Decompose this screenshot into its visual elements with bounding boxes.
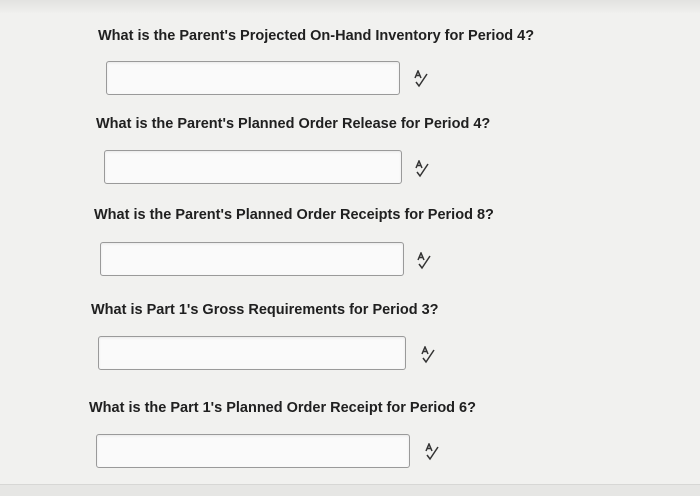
question-5-answer-input[interactable] <box>96 434 410 468</box>
question-3-label: What is the Parent's Planned Order Recei… <box>94 207 494 223</box>
question-5-label: What is the Part 1's Planned Order Recei… <box>89 400 476 416</box>
question-2-answer-input[interactable] <box>104 150 402 184</box>
question-4-answer-input[interactable] <box>98 336 406 370</box>
spellcheck-icon[interactable] <box>414 160 430 178</box>
bottom-edge <box>0 484 700 496</box>
spellcheck-icon[interactable] <box>424 443 440 461</box>
question-2-label: What is the Parent's Planned Order Relea… <box>96 116 491 132</box>
spellcheck-icon[interactable] <box>416 252 432 270</box>
question-1-label: What is the Parent's Projected On-Hand I… <box>98 28 535 44</box>
spellcheck-icon[interactable] <box>420 346 436 364</box>
top-edge <box>0 0 700 14</box>
question-1-answer-input[interactable] <box>106 61 400 95</box>
question-3-answer-input[interactable] <box>100 242 404 276</box>
spellcheck-icon[interactable] <box>413 70 429 88</box>
question-4-label: What is Part 1's Gross Requirements for … <box>91 302 439 318</box>
